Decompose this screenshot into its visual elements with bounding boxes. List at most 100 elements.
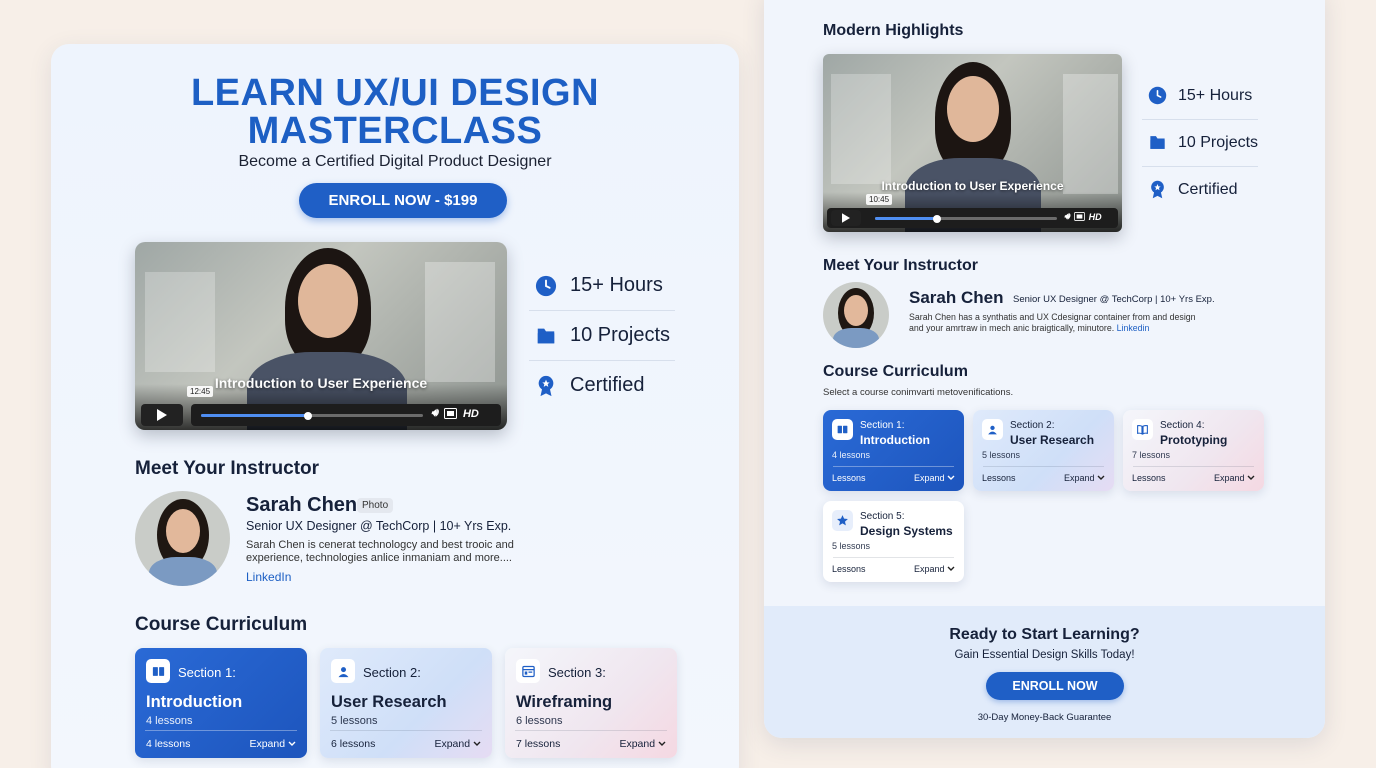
footer-lessons: Lessons bbox=[832, 564, 866, 574]
cast-icon[interactable] bbox=[443, 408, 457, 419]
card-footer: 6 lessons Expand bbox=[320, 738, 492, 750]
expand-button[interactable]: Expand bbox=[619, 738, 666, 750]
expand-button[interactable]: Expand bbox=[914, 473, 955, 483]
enroll-button[interactable]: ENROLL NOW - $199 bbox=[299, 183, 507, 218]
video-title-small: Introduction to User Experience bbox=[881, 179, 1064, 193]
instructor-heading: Meet Your Instructor bbox=[135, 458, 320, 479]
stat-label: 10 Projects bbox=[1178, 133, 1259, 151]
instructor-role-small: Senior UX Designer @ TechCorp | 10+ Yrs … bbox=[1013, 294, 1215, 305]
play-button-small[interactable] bbox=[831, 210, 861, 226]
video-time: 12:45 bbox=[187, 386, 214, 397]
card-divider bbox=[1133, 466, 1254, 467]
card-footer: Lessons Expand bbox=[1123, 473, 1264, 483]
section-title: Wireframing bbox=[516, 693, 613, 711]
stat-label: Certified bbox=[570, 374, 645, 396]
curriculum-card[interactable]: Section 4: Prototyping 7 lessons Lessons Exp… bbox=[1123, 410, 1264, 491]
video-progress-bar[interactable] bbox=[201, 411, 423, 420]
card-divider bbox=[330, 730, 482, 731]
folder-icon bbox=[535, 325, 557, 347]
curriculum-subtitle: Select a course conimvarti metovenificat… bbox=[823, 387, 1014, 398]
cta-subtitle: Gain Essential Design Skills Today! bbox=[954, 649, 1135, 661]
stat-folder: 10 Projects bbox=[1148, 133, 1258, 152]
stat-folder: 10 Projects bbox=[535, 324, 670, 347]
card-divider bbox=[515, 730, 667, 731]
chevron-down-icon bbox=[944, 564, 955, 574]
lesson-count: 5 lessons bbox=[982, 450, 1021, 460]
section-number: Section 4: bbox=[1160, 420, 1205, 431]
footer-lessons: 7 lessons bbox=[516, 738, 561, 750]
stat-divider bbox=[529, 310, 675, 311]
lesson-count: 4 lessons bbox=[146, 715, 193, 727]
card-divider bbox=[833, 466, 954, 467]
expand-button[interactable]: Expand bbox=[249, 738, 296, 750]
expand-button[interactable]: Expand bbox=[1064, 473, 1105, 483]
stat-divider bbox=[1142, 119, 1258, 120]
book-open-icon bbox=[1132, 419, 1153, 440]
instructor-name-small: Sarah Chen bbox=[909, 288, 1004, 307]
video-controls: 12:45 🔊︎ HD bbox=[135, 384, 507, 430]
expand-label: Expand bbox=[619, 738, 656, 750]
video-time-small: 10:45 bbox=[866, 194, 893, 205]
chevron-down-icon bbox=[470, 738, 481, 750]
stat-label: 15+ Hours bbox=[1178, 86, 1253, 104]
video-player-small[interactable]: Introduction to User Experience 10:45 🔊︎… bbox=[823, 54, 1122, 232]
card-divider bbox=[833, 557, 954, 558]
section-title: Introduction bbox=[146, 693, 243, 711]
footer-lessons: Lessons bbox=[982, 473, 1016, 483]
volume-icon[interactable]: 🔊︎ bbox=[1064, 211, 1070, 222]
highlights-heading: Modern Highlights bbox=[823, 22, 964, 39]
user-icon bbox=[982, 419, 1003, 440]
card-divider bbox=[145, 730, 297, 731]
expand-button[interactable]: Expand bbox=[434, 738, 481, 750]
cta-heading: Ready to Start Learning? bbox=[949, 626, 1140, 643]
expand-button[interactable]: Expand bbox=[1214, 473, 1255, 483]
section-number: Section 1: bbox=[178, 665, 236, 680]
play-icon bbox=[157, 409, 167, 421]
hero-subtitle: Become a Certified Digital Product Desig… bbox=[238, 153, 552, 170]
play-button[interactable] bbox=[141, 404, 183, 426]
cta-enroll-button[interactable]: ENROLL NOW bbox=[986, 672, 1124, 700]
footer-lessons: Lessons bbox=[1132, 473, 1166, 483]
expand-label: Expand bbox=[249, 738, 286, 750]
section-number: Section 5: bbox=[860, 511, 905, 522]
linkedin-link-small[interactable]: Linkedin bbox=[1117, 323, 1150, 333]
curriculum-card[interactable]: Section 2: User Research 5 lessons 6 lesson… bbox=[320, 648, 492, 758]
chevron-down-icon bbox=[1244, 473, 1255, 483]
curriculum-card[interactable]: Section 1: Introduction 4 lessons Lessons Ex… bbox=[823, 410, 964, 491]
instructor-bio: Sarah Chen is cenerat technologcy and be… bbox=[246, 539, 514, 564]
curriculum-card[interactable]: Section 5: Design Systems 5 lessons Lessons… bbox=[823, 501, 964, 582]
curriculum-card[interactable]: Section 2: User Research 5 lessons Lessons E… bbox=[973, 410, 1114, 491]
chevron-down-icon bbox=[655, 738, 666, 750]
cast-icon[interactable] bbox=[1073, 212, 1085, 221]
card-divider bbox=[983, 466, 1104, 467]
badge-icon bbox=[1148, 180, 1167, 199]
hd-badge[interactable]: HD bbox=[463, 408, 479, 420]
video-player[interactable]: Introduction to User Experience 12:45 🔊︎… bbox=[135, 242, 507, 430]
stat-clock: 15+ Hours bbox=[535, 274, 663, 297]
chevron-down-icon bbox=[944, 473, 955, 483]
lesson-count: 7 lessons bbox=[1132, 450, 1171, 460]
stat-badge: Certified bbox=[535, 374, 644, 397]
expand-label: Expand bbox=[913, 473, 945, 483]
chevron-down-icon bbox=[1094, 473, 1105, 483]
play-icon bbox=[842, 213, 850, 223]
expand-button[interactable]: Expand bbox=[914, 564, 955, 574]
linkedin-link[interactable]: LinkedIn bbox=[246, 570, 291, 584]
section-number: Section 2: bbox=[1010, 420, 1055, 431]
footer-lessons: 4 lessons bbox=[146, 738, 191, 750]
card-footer: Lessons Expand bbox=[973, 473, 1114, 483]
video-progress-bar-small[interactable] bbox=[875, 214, 1057, 223]
section-title: User Research bbox=[331, 693, 447, 711]
card-footer: Lessons Expand bbox=[823, 473, 964, 483]
clock-icon bbox=[535, 275, 557, 297]
expand-label: Expand bbox=[913, 564, 945, 574]
hd-badge[interactable]: HD bbox=[1089, 212, 1102, 222]
volume-icon[interactable]: 🔊︎ bbox=[431, 407, 438, 420]
curriculum-card[interactable]: Section 3: Wireframing 6 lessons 7 lessons E… bbox=[505, 648, 677, 758]
section-title: Design Systems bbox=[860, 524, 953, 538]
stat-badge: Certified bbox=[1148, 180, 1238, 199]
star-icon bbox=[832, 510, 853, 531]
stat-label: Certified bbox=[1178, 180, 1238, 198]
curriculum-card[interactable]: Section 1: Introduction 4 lessons 4 lessons… bbox=[135, 648, 307, 758]
section-title: Introduction bbox=[860, 433, 930, 447]
